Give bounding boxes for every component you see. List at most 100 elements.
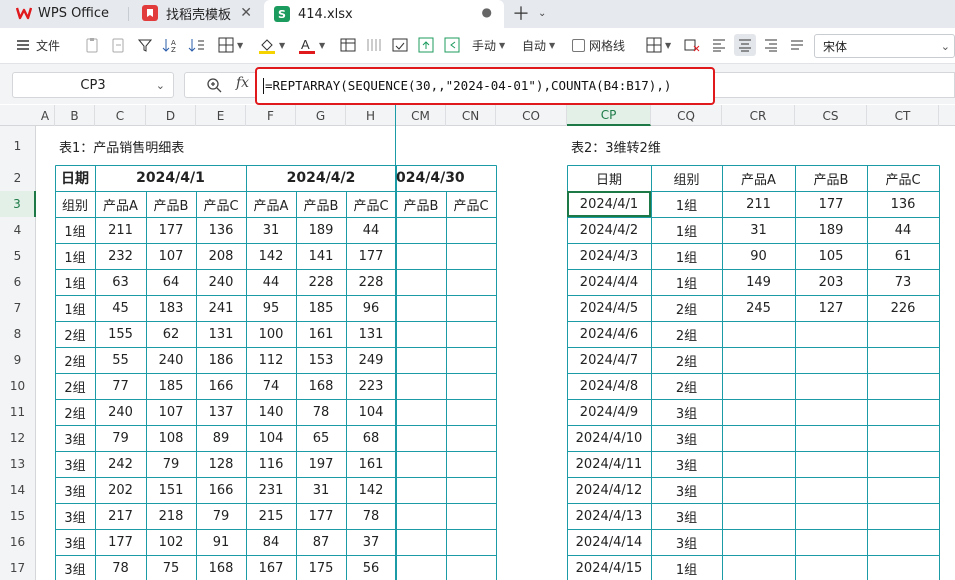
table1-cell[interactable]: 141 xyxy=(296,243,346,269)
table1-cell[interactable]: 74 xyxy=(246,373,296,399)
table1-cell[interactable]: 168 xyxy=(196,555,246,580)
fx-icon[interactable]: fx xyxy=(236,75,249,91)
table1-cell[interactable]: 218 xyxy=(146,503,196,529)
table2-cell[interactable]: 1组 xyxy=(651,269,722,295)
table1-cell[interactable]: 108 xyxy=(146,425,196,451)
table1-cell[interactable]: 137 xyxy=(196,399,246,425)
table2-cell[interactable]: 1组 xyxy=(651,217,722,243)
table2-header[interactable]: 产品A xyxy=(722,165,795,191)
gridlines-checkbox[interactable] xyxy=(572,38,585,52)
table1-cell[interactable]: 65 xyxy=(296,425,346,451)
freeze-pane-divider[interactable] xyxy=(395,105,396,580)
table2-cell[interactable] xyxy=(867,555,939,580)
table2-cell[interactable] xyxy=(867,477,939,503)
table2-cell[interactable]: 211 xyxy=(722,191,795,217)
table1-cell[interactable]: 96 xyxy=(346,295,396,321)
table1-product-header[interactable]: 产品C xyxy=(346,191,396,217)
table1-cell[interactable]: 2组 xyxy=(55,373,95,399)
table2-cell[interactable]: 149 xyxy=(722,269,795,295)
table2-header[interactable]: 产品B xyxy=(795,165,867,191)
filter-button[interactable] xyxy=(138,34,152,56)
table1-cell[interactable]: 131 xyxy=(196,321,246,347)
table1-cell[interactable]: 168 xyxy=(296,373,346,399)
table1-cell[interactable]: 1组 xyxy=(55,243,95,269)
chevron-down-icon[interactable]: ▼ xyxy=(279,41,285,50)
row-header-4[interactable]: 4 xyxy=(0,217,36,243)
paste-button[interactable] xyxy=(110,34,126,56)
table1-cell[interactable]: 95 xyxy=(246,295,296,321)
table1-cell[interactable]: 228 xyxy=(296,269,346,295)
table1-cell[interactable]: 240 xyxy=(196,269,246,295)
table2-cell[interactable] xyxy=(795,477,867,503)
table1-cell[interactable]: 3组 xyxy=(55,503,95,529)
file-menu-button[interactable]: 文件 xyxy=(16,34,60,56)
table2-cell[interactable] xyxy=(795,555,867,580)
table2-cell[interactable]: 2024/4/4 xyxy=(567,269,651,295)
align-right-button[interactable] xyxy=(764,34,778,56)
table2-cell[interactable] xyxy=(795,425,867,451)
table1-product-header[interactable]: 产品C xyxy=(446,191,496,217)
row-header-16[interactable]: 16 xyxy=(0,529,36,555)
table2-header[interactable]: 组别 xyxy=(651,165,722,191)
chevron-down-icon[interactable]: ▼ xyxy=(665,41,671,50)
table2-cell[interactable]: 1组 xyxy=(651,191,722,217)
table2-cell[interactable]: 3组 xyxy=(651,425,722,451)
table1-cell[interactable]: 208 xyxy=(196,243,246,269)
table1-cell[interactable]: 202 xyxy=(95,477,146,503)
table2-cell[interactable] xyxy=(867,399,939,425)
table2-cell[interactable]: 2组 xyxy=(651,347,722,373)
tab-wps-office[interactable]: WPS Office xyxy=(16,0,126,26)
row-header-12[interactable]: 12 xyxy=(0,425,36,451)
table1-cell[interactable]: 112 xyxy=(246,347,296,373)
table2-cell[interactable] xyxy=(722,529,795,555)
table2-cell[interactable]: 2024/4/5 xyxy=(567,295,651,321)
table1-cell[interactable]: 185 xyxy=(296,295,346,321)
table1-cell[interactable]: 107 xyxy=(146,399,196,425)
table2-cell[interactable] xyxy=(795,399,867,425)
new-tab-button[interactable]: ＋ ⌄ xyxy=(512,0,546,26)
table1-cell[interactable]: 153 xyxy=(296,347,346,373)
row-header-9[interactable]: 9 xyxy=(0,347,36,373)
table1-cell[interactable]: 155 xyxy=(95,321,146,347)
table2-header[interactable]: 日期 xyxy=(567,165,651,191)
row-header-1[interactable]: 1 xyxy=(0,126,36,165)
gridlines-toggle[interactable]: 网格线 xyxy=(572,34,625,56)
table1-cell[interactable]: 64 xyxy=(146,269,196,295)
table1-cell[interactable]: 2组 xyxy=(55,399,95,425)
sheet-grid[interactable]: 表1：产品销售明细表 日期 2024/4/1 2024/4/2 024/4/30 组别 产品… xyxy=(36,126,955,580)
table1-cell[interactable]: 140 xyxy=(246,399,296,425)
rows-cols-button[interactable] xyxy=(392,34,408,56)
table2-cell[interactable]: 2组 xyxy=(651,321,722,347)
table2-cell[interactable]: 61 xyxy=(867,243,939,269)
row-header-5[interactable]: 5 xyxy=(0,243,36,269)
column-header-a[interactable]: A xyxy=(36,105,55,126)
table2-cell[interactable]: 73 xyxy=(867,269,939,295)
table2-cell[interactable] xyxy=(867,451,939,477)
table2-cell[interactable]: 2024/4/7 xyxy=(567,347,651,373)
insert-button[interactable] xyxy=(418,34,434,56)
table2-cell[interactable] xyxy=(867,425,939,451)
table1-cell[interactable]: 3组 xyxy=(55,477,95,503)
align-left-button[interactable] xyxy=(712,34,726,56)
calc-auto-button[interactable]: 自动 ▼ xyxy=(522,34,555,56)
table2-cell[interactable]: 3组 xyxy=(651,529,722,555)
table2-cell[interactable]: 127 xyxy=(795,295,867,321)
table1-cell[interactable]: 161 xyxy=(346,451,396,477)
table1-cell[interactable]: 217 xyxy=(95,503,146,529)
row-header-7[interactable]: 7 xyxy=(0,295,36,321)
table1-cell[interactable]: 1组 xyxy=(55,295,95,321)
column-header-cm[interactable]: CM xyxy=(396,105,446,126)
table2-cell[interactable] xyxy=(867,373,939,399)
chevron-down-icon[interactable]: ▼ xyxy=(499,41,505,50)
table1-cell[interactable]: 166 xyxy=(196,477,246,503)
table2-cell[interactable]: 245 xyxy=(722,295,795,321)
table1-cell[interactable]: 232 xyxy=(95,243,146,269)
table1-cell[interactable]: 177 xyxy=(146,217,196,243)
cell-format-button[interactable] xyxy=(340,34,356,56)
table1-cell[interactable]: 104 xyxy=(246,425,296,451)
column-header-co[interactable]: CO xyxy=(496,105,567,126)
row-header-15[interactable]: 15 xyxy=(0,503,36,529)
table2-cell[interactable] xyxy=(722,373,795,399)
table1-cell[interactable]: 151 xyxy=(146,477,196,503)
table1-cell[interactable]: 79 xyxy=(196,503,246,529)
